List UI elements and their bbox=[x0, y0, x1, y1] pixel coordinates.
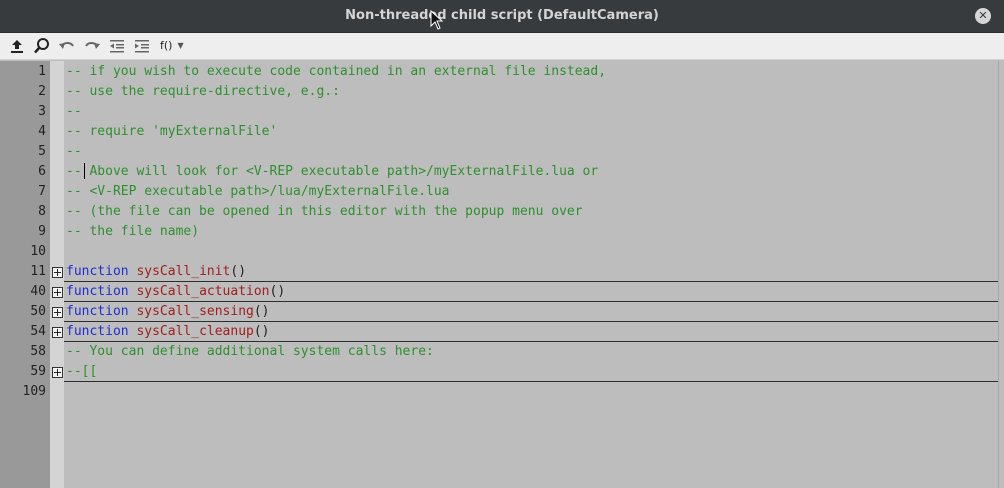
code-token-keyword: function bbox=[66, 264, 129, 279]
line-number: 4 bbox=[38, 124, 46, 139]
code-token-punct: () bbox=[253, 304, 270, 319]
code-token-func: sysCall_actuation bbox=[136, 284, 270, 299]
code-token-comment: -- use the require-directive, e.g.: bbox=[66, 84, 340, 99]
code-text: -- the file name) bbox=[66, 224, 199, 240]
fold-expand-icon[interactable] bbox=[52, 327, 63, 338]
code-line[interactable]: 54 function sysCall_cleanup() bbox=[0, 322, 1004, 342]
code-text: -- bbox=[66, 104, 82, 120]
line-number: 9 bbox=[38, 224, 46, 239]
line-number: 58 bbox=[30, 344, 46, 359]
fold-expand-icon[interactable] bbox=[52, 307, 63, 318]
code-editor[interactable]: 1 -- if you wish to execute code containe… bbox=[0, 61, 1004, 488]
code-text: -- use the require-directive, e.g.: bbox=[66, 84, 340, 100]
fold-expand-icon[interactable] bbox=[52, 367, 63, 378]
fold-expand-icon[interactable] bbox=[52, 267, 63, 278]
code-line[interactable]: 8 -- (the file can be opened in this edit… bbox=[0, 202, 1004, 222]
code-line[interactable]: 6 -- Above will look for <V-REP executabl… bbox=[0, 162, 1004, 182]
code-token-func: sysCall_cleanup bbox=[136, 324, 254, 339]
code-line[interactable]: 10 bbox=[0, 242, 1004, 262]
line-number: 1 bbox=[38, 64, 46, 79]
redo-icon[interactable] bbox=[83, 37, 101, 55]
code-text: function sysCall_init() bbox=[66, 264, 246, 280]
editor-toolbar: f() ▼ bbox=[0, 33, 1004, 60]
line-number: 59 bbox=[30, 364, 46, 379]
code-token-keyword: function bbox=[66, 324, 129, 339]
code-text: -- require 'myExternalFile' bbox=[66, 124, 277, 140]
line-number: 6 bbox=[38, 164, 46, 179]
code-token-comment: -- You can define additional system call… bbox=[66, 344, 434, 359]
line-number: 11 bbox=[30, 264, 46, 279]
undo-icon[interactable] bbox=[58, 37, 76, 55]
line-number: 40 bbox=[30, 284, 46, 299]
mouse-cursor-icon bbox=[430, 10, 444, 30]
code-text: function sysCall_cleanup() bbox=[66, 324, 270, 340]
window-title: Non-threaded child script (DefaultCamera… bbox=[345, 8, 659, 23]
code-text: -- if you wish to execute code contained… bbox=[66, 64, 606, 80]
function-list-dropdown[interactable]: f() ▼ bbox=[160, 38, 184, 54]
line-number: 2 bbox=[38, 84, 46, 99]
code-text: -- Above will look for <V-REP executable… bbox=[66, 164, 598, 180]
code-text: -- You can define additional system call… bbox=[66, 344, 434, 360]
fold-expand-icon[interactable] bbox=[52, 287, 63, 298]
code-text: --[[ bbox=[66, 364, 97, 380]
chevron-down-icon: ▼ bbox=[177, 41, 184, 50]
line-number: 54 bbox=[30, 324, 46, 339]
code-token-comment: -- bbox=[66, 104, 82, 119]
code-line[interactable]: 109 bbox=[0, 382, 1004, 402]
code-token-keyword: function bbox=[66, 304, 129, 319]
line-number: 8 bbox=[38, 204, 46, 219]
code-text: -- (the file can be opened in this edito… bbox=[66, 204, 583, 220]
code-line[interactable]: 4 -- require 'myExternalFile' bbox=[0, 122, 1004, 142]
line-number: 5 bbox=[38, 144, 46, 159]
code-text: -- bbox=[66, 144, 82, 160]
code-line[interactable]: 50 function sysCall_sensing() bbox=[0, 302, 1004, 322]
code-line[interactable]: 5 -- bbox=[0, 142, 1004, 162]
line-number: 50 bbox=[30, 304, 46, 319]
code-token-comment: --[[ bbox=[66, 364, 98, 379]
code-token-keyword: function bbox=[66, 284, 129, 299]
code-line[interactable]: 40 function sysCall_actuation() bbox=[0, 282, 1004, 302]
close-icon[interactable]: ✕ bbox=[975, 8, 991, 24]
code-text: function sysCall_actuation() bbox=[66, 284, 285, 300]
code-text: function sysCall_sensing() bbox=[66, 304, 270, 320]
code-token-punct: () bbox=[230, 264, 247, 279]
line-number: 7 bbox=[38, 184, 46, 199]
code-line[interactable]: 11 function sysCall_init() bbox=[0, 262, 1004, 282]
code-token-punct: () bbox=[269, 284, 286, 299]
code-token-comment: -- (the file can be opened in this edito… bbox=[66, 204, 583, 219]
window-titlebar[interactable]: Non-threaded child script (DefaultCamera… bbox=[0, 0, 1004, 33]
code-token-comment: -- <V-REP executable path>/lua/myExterna… bbox=[66, 184, 450, 199]
indent-icon[interactable] bbox=[133, 37, 151, 55]
code-line[interactable]: 1 -- if you wish to execute code containe… bbox=[0, 62, 1004, 82]
code-token-comment: -- the file name) bbox=[66, 224, 200, 239]
code-token-comment: -- require 'myExternalFile' bbox=[66, 124, 278, 139]
code-line[interactable]: 9 -- the file name) bbox=[0, 222, 1004, 242]
code-token-func: sysCall_init bbox=[136, 264, 231, 279]
line-number: 109 bbox=[22, 384, 46, 399]
code-text: -- <V-REP executable path>/lua/myExterna… bbox=[66, 184, 450, 200]
text-caret bbox=[84, 163, 85, 179]
code-line[interactable]: 2 -- use the require-directive, e.g.: bbox=[0, 82, 1004, 102]
outdent-icon[interactable] bbox=[108, 37, 126, 55]
function-list-label: f() bbox=[160, 39, 173, 52]
code-token-comment: -- Above will look for <V-REP executable… bbox=[66, 164, 599, 179]
upload-icon[interactable] bbox=[8, 37, 26, 55]
code-line[interactable]: 7 -- <V-REP executable path>/lua/myExtern… bbox=[0, 182, 1004, 202]
code-token-comment: -- if you wish to execute code contained… bbox=[66, 64, 607, 79]
line-number: 3 bbox=[38, 104, 46, 119]
code-token-punct: () bbox=[253, 324, 270, 339]
code-line[interactable]: 58 -- You can define additional system ca… bbox=[0, 342, 1004, 362]
code-token-func: sysCall_sensing bbox=[136, 304, 254, 319]
line-number: 10 bbox=[30, 244, 46, 259]
code-line[interactable]: 3 -- bbox=[0, 102, 1004, 122]
code-token-comment: -- bbox=[66, 144, 82, 159]
search-icon[interactable] bbox=[33, 37, 51, 55]
code-line[interactable]: 59 --[[ bbox=[0, 362, 1004, 382]
